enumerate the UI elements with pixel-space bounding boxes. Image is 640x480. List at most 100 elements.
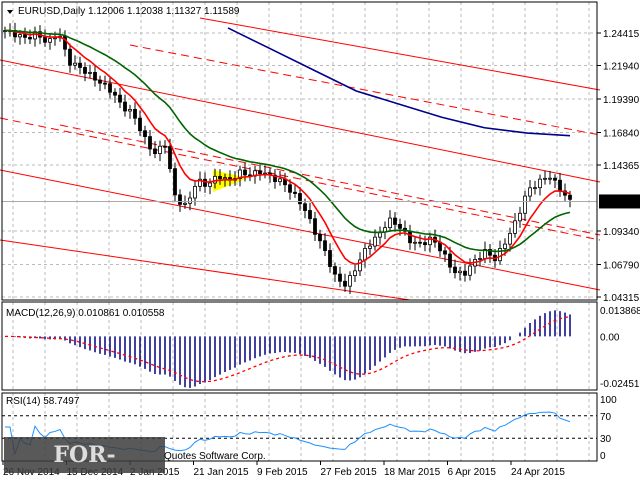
- copyright-text: Quotes Software Corp.: [164, 451, 266, 462]
- candle-body: [293, 191, 297, 194]
- macd-title: MACD(12,26,9) 0.010861 0.010558: [6, 308, 165, 319]
- candle-body: [338, 273, 342, 282]
- candle-body: [343, 280, 347, 287]
- candle-body: [543, 177, 547, 180]
- candle-body: [548, 177, 552, 180]
- channel-line: [0, 117, 601, 241]
- candle-body: [423, 242, 427, 246]
- candle-body: [453, 266, 457, 274]
- candle-body: [508, 232, 512, 245]
- candle-body: [308, 210, 312, 220]
- candle-body: [83, 67, 87, 74]
- candle-body: [363, 248, 367, 261]
- candle-body: [258, 170, 262, 175]
- candle-body: [213, 175, 217, 184]
- candle-body: [373, 236, 377, 247]
- candle-body: [163, 145, 167, 148]
- candle-body: [333, 266, 337, 275]
- rsi-tick-label: 30: [600, 434, 612, 445]
- candle-body: [518, 212, 522, 222]
- watermark: FOR-TRADER.RU: [4, 437, 165, 480]
- candle-body: [558, 179, 562, 192]
- candle-body: [193, 185, 197, 199]
- candle-body: [313, 218, 317, 235]
- candle-body: [468, 265, 472, 276]
- dropdown-arrow-icon: [7, 10, 13, 14]
- candle-body: [503, 243, 507, 249]
- candle-body: [123, 101, 127, 112]
- candle-body: [443, 250, 447, 255]
- rsi-tick-label: 70: [600, 412, 612, 423]
- candle-body: [158, 145, 162, 154]
- macd-tick-label: -0.024515: [600, 379, 640, 390]
- ohlc-label: 1.12006 1.12038 1.11327 1.11589: [88, 6, 240, 17]
- candle-body: [173, 168, 177, 196]
- date-tick-label: 27 Feb 2015: [321, 467, 378, 478]
- rsi-title: RSI(14) 58.7497: [6, 396, 80, 407]
- candle-body: [78, 62, 82, 68]
- candle-body: [463, 270, 467, 276]
- current-price-label: 1.11589: [602, 197, 638, 208]
- candle-body: [93, 72, 97, 81]
- candle-body: [68, 48, 72, 66]
- candle-body: [278, 178, 282, 182]
- price-tick-label: 1.21940: [603, 62, 640, 73]
- candle-body: [458, 270, 462, 274]
- price-tick-label: 1.06790: [603, 260, 640, 271]
- price-tick-label: 1.14365: [603, 161, 640, 172]
- slow-ma-line: [4, 29, 571, 253]
- candle-body: [43, 36, 47, 43]
- price-tick-label: 1.04315: [603, 293, 640, 304]
- chart-window[interactable]: 1.24415 1.21940 1.19390 1.16840 1.14365 1.115…: [0, 0, 640, 480]
- candle-body: [328, 250, 332, 267]
- candle-body: [48, 38, 52, 43]
- price-tick-label: 1.09340: [603, 227, 640, 238]
- candle-body: [183, 202, 187, 205]
- candle-body: [553, 177, 557, 181]
- candle-body: [18, 34, 22, 38]
- candle-body: [568, 194, 572, 200]
- candle-body: [318, 233, 322, 242]
- rsi-tick-label: 100: [600, 395, 617, 406]
- candle-body: [203, 178, 207, 187]
- candle-body: [303, 203, 307, 211]
- candle-body: [413, 241, 417, 244]
- date-tick-label: 9 Feb 2015: [257, 467, 308, 478]
- candle-body: [223, 177, 227, 180]
- candle-body: [418, 241, 422, 244]
- candle-body: [323, 240, 327, 251]
- candle-body: [103, 82, 107, 85]
- candle-body: [243, 169, 247, 176]
- rsi-tick-label: 0: [600, 451, 606, 462]
- candle-body: [98, 79, 102, 84]
- candle-body: [288, 184, 292, 193]
- candle-body: [448, 253, 452, 268]
- price-tick-label: 1.24415: [603, 29, 640, 40]
- macd-tick-label: 0.00: [600, 332, 620, 343]
- symbol-label: EURUSD,Daily: [18, 6, 85, 17]
- candle-body: [348, 275, 352, 287]
- candle-body: [153, 148, 157, 154]
- price-tick-label: 1.19390: [603, 95, 640, 106]
- candle-body: [88, 72, 92, 74]
- candle-body: [138, 117, 142, 132]
- candle-body: [178, 194, 182, 205]
- candle-body: [533, 187, 537, 190]
- date-tick-label: 24 Apr 2015: [511, 467, 565, 478]
- candle-body: [398, 223, 402, 229]
- candle-body: [148, 136, 152, 150]
- date-tick-label: 18 Mar 2015: [384, 467, 441, 478]
- macd-tick-label: 0.013868: [600, 306, 640, 317]
- candle-body: [528, 187, 532, 197]
- candle-body: [388, 217, 392, 229]
- channel-line: [199, 17, 601, 91]
- candle-body: [368, 245, 372, 249]
- candle-body: [523, 195, 527, 214]
- candle-body: [353, 270, 357, 277]
- candle-body: [133, 108, 137, 119]
- candle-body: [73, 62, 77, 66]
- candle-body: [118, 94, 122, 103]
- chart-canvas[interactable]: 1.24415 1.21940 1.19390 1.16840 1.14365 1.115…: [0, 0, 640, 480]
- candle-body: [538, 178, 542, 189]
- candle-body: [128, 108, 132, 112]
